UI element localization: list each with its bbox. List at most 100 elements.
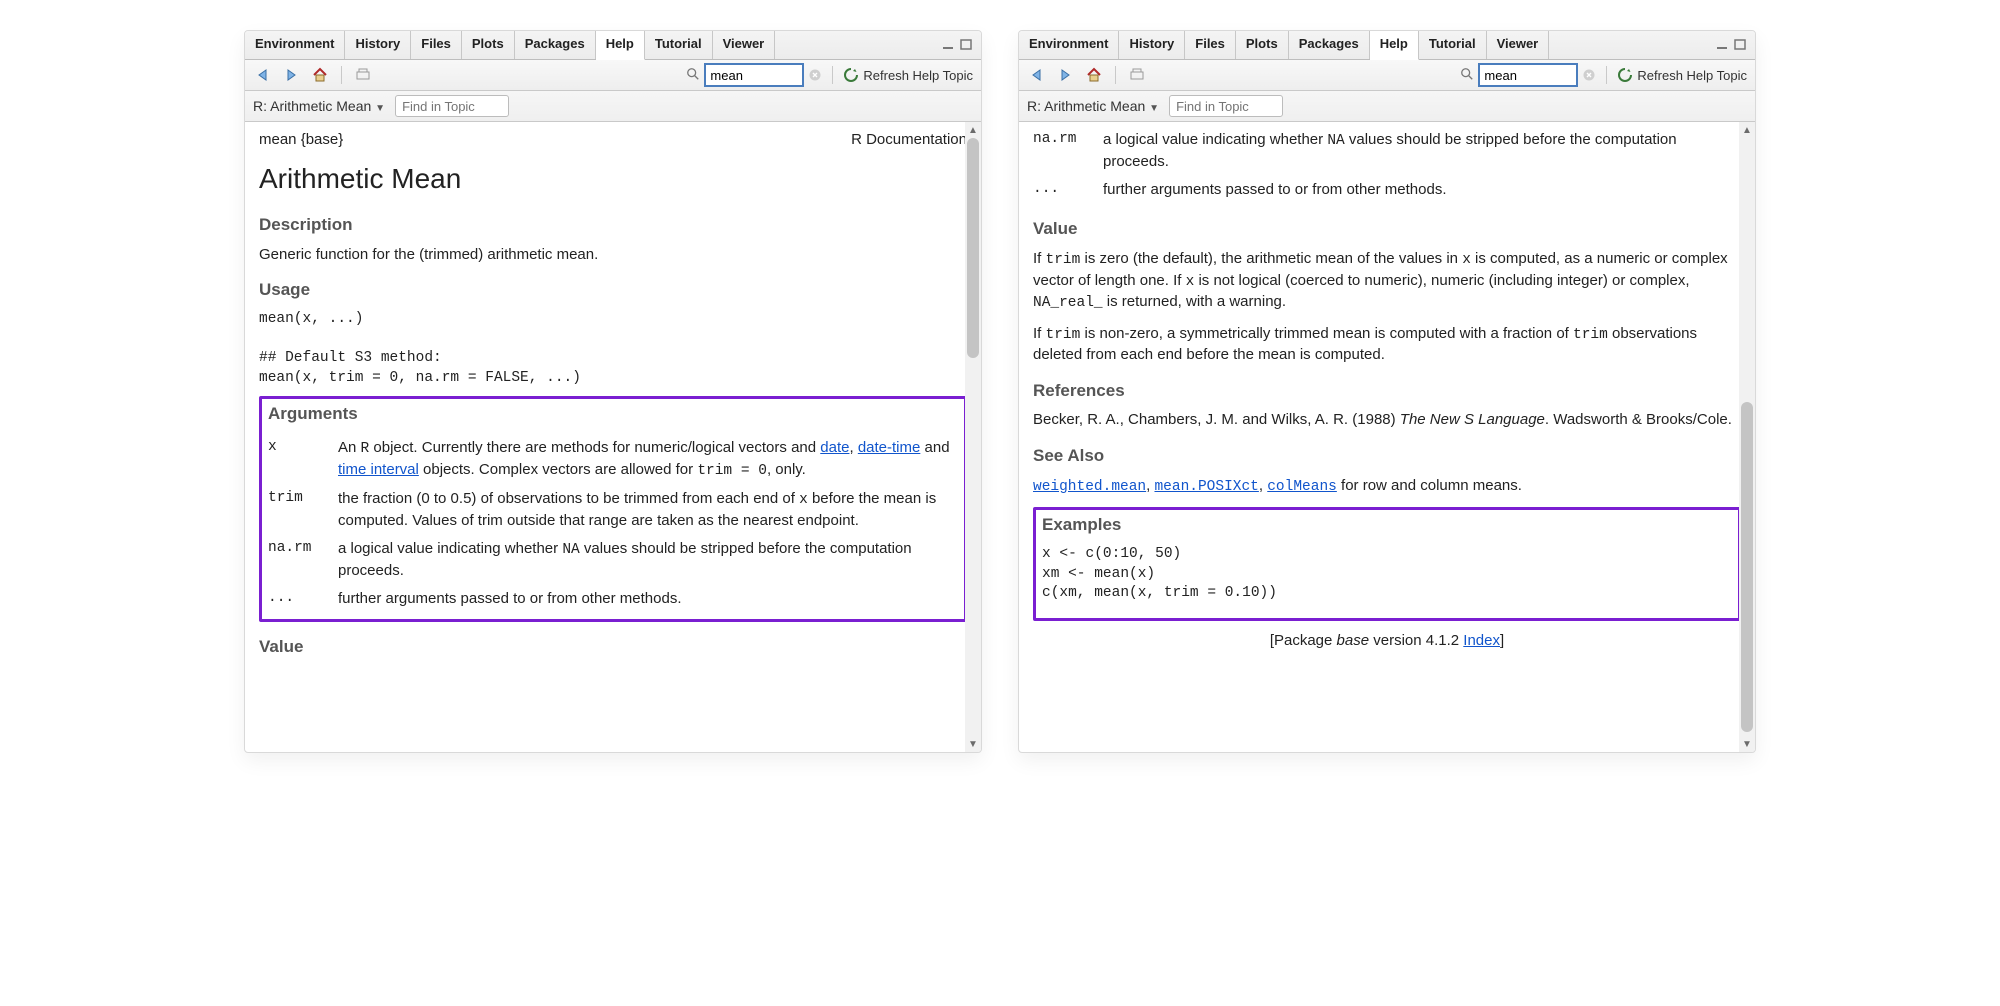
usage-code: mean(x, ...) ## Default S3 method: mean(…: [259, 310, 967, 388]
scrollbar[interactable]: ▲ ▼: [965, 122, 981, 752]
description-text: Generic function for the (trimmed) arith…: [259, 245, 967, 265]
value-para-1: If trim is zero (the default), the arith…: [1033, 249, 1741, 314]
arg-desc: the fraction (0 to 0.5) of observations …: [338, 485, 958, 535]
topic-label[interactable]: R: Arithmetic Mean ▼: [1027, 98, 1159, 114]
arg-desc: further arguments passed to or from othe…: [1103, 176, 1741, 204]
help-pane-right: Environment History Files Plots Packages…: [1018, 30, 1756, 753]
package-footer: [Package base version 4.1.2 Index]: [1033, 631, 1741, 651]
link-mean-posixct[interactable]: mean.POSIXct: [1154, 477, 1258, 494]
home-icon[interactable]: [309, 64, 331, 86]
section-examples: Examples: [1042, 514, 1732, 537]
pane-tabs: Environment History Files Plots Packages…: [1019, 31, 1755, 60]
chevron-down-icon: ▼: [1149, 103, 1159, 114]
arguments-highlight: Arguments x An R object. Currently there…: [259, 396, 967, 622]
tab-tutorial[interactable]: Tutorial: [1419, 31, 1487, 59]
maximize-pane-icon[interactable]: [1733, 38, 1749, 52]
tab-viewer[interactable]: Viewer: [713, 31, 776, 59]
refresh-label: Refresh Help Topic: [1637, 68, 1747, 83]
scroll-down-icon[interactable]: ▼: [1739, 736, 1755, 752]
section-references: References: [1033, 380, 1741, 403]
table-row: x An R object. Currently there are metho…: [268, 434, 958, 485]
scroll-down-icon[interactable]: ▼: [965, 736, 981, 752]
forward-icon[interactable]: [1055, 64, 1077, 86]
search-icon: [1460, 67, 1474, 84]
clear-search-icon[interactable]: [808, 68, 822, 82]
minimize-pane-icon[interactable]: [941, 38, 957, 52]
link-date[interactable]: date: [820, 439, 849, 456]
help-toolbar: Refresh Help Topic: [245, 60, 981, 91]
tab-help[interactable]: Help: [1370, 31, 1419, 60]
help-search-input[interactable]: [1478, 63, 1578, 87]
find-in-topic-input[interactable]: [395, 95, 509, 117]
tab-plots[interactable]: Plots: [462, 31, 515, 59]
scroll-up-icon[interactable]: ▲: [965, 122, 981, 138]
print-icon[interactable]: [1126, 64, 1148, 86]
examples-code: x <- c(0:10, 50) xm <- mean(x) c(xm, mea…: [1042, 545, 1732, 604]
scroll-thumb[interactable]: [967, 138, 979, 358]
help-toolbar: Refresh Help Topic: [1019, 60, 1755, 91]
table-row: ... further arguments passed to or from …: [1033, 176, 1741, 204]
scroll-up-icon[interactable]: ▲: [1739, 122, 1755, 138]
search-icon: [686, 67, 700, 84]
link-colmeans[interactable]: colMeans: [1267, 477, 1337, 494]
topic-package: mean {base}: [259, 130, 343, 150]
link-datetime[interactable]: date-time: [858, 439, 921, 456]
section-value: Value: [259, 636, 967, 659]
topic-label[interactable]: R: Arithmetic Mean ▼: [253, 98, 385, 114]
scroll-thumb[interactable]: [1741, 402, 1753, 732]
minimize-pane-icon[interactable]: [1715, 38, 1731, 52]
tab-files[interactable]: Files: [411, 31, 462, 59]
tab-help[interactable]: Help: [596, 31, 645, 60]
tab-files[interactable]: Files: [1185, 31, 1236, 59]
tab-history[interactable]: History: [1119, 31, 1185, 59]
link-weighted-mean[interactable]: weighted.mean: [1033, 477, 1146, 494]
rdoc-label: R Documentation: [851, 130, 967, 150]
arg-desc: further arguments passed to or from othe…: [338, 585, 958, 613]
arg-name: ...: [1033, 176, 1103, 204]
refresh-help-button[interactable]: Refresh Help Topic: [843, 67, 973, 83]
scrollbar[interactable]: ▲ ▼: [1739, 122, 1755, 752]
section-value: Value: [1033, 218, 1741, 241]
link-time-interval[interactable]: time interval: [338, 461, 419, 478]
tab-history[interactable]: History: [345, 31, 411, 59]
refresh-help-button[interactable]: Refresh Help Topic: [1617, 67, 1747, 83]
maximize-pane-icon[interactable]: [959, 38, 975, 52]
link-index[interactable]: Index: [1463, 632, 1500, 649]
tab-tutorial[interactable]: Tutorial: [645, 31, 713, 59]
tab-environment[interactable]: Environment: [1019, 31, 1119, 59]
topic-bar: R: Arithmetic Mean ▼: [1019, 91, 1755, 122]
help-search-input[interactable]: [704, 63, 804, 87]
value-para-2: If trim is non-zero, a symmetrically tri…: [1033, 324, 1741, 366]
tab-packages[interactable]: Packages: [515, 31, 596, 59]
table-row: na.rm a logical value indicating whether…: [268, 535, 958, 585]
tab-plots[interactable]: Plots: [1236, 31, 1289, 59]
topic-bar: R: Arithmetic Mean ▼: [245, 91, 981, 122]
clear-search-icon[interactable]: [1582, 68, 1596, 82]
print-icon[interactable]: [352, 64, 374, 86]
arguments-table: x An R object. Currently there are metho…: [268, 434, 958, 613]
arg-name: na.rm: [1033, 126, 1103, 176]
tab-packages[interactable]: Packages: [1289, 31, 1370, 59]
examples-highlight: Examples x <- c(0:10, 50) xm <- mean(x) …: [1033, 507, 1741, 621]
find-in-topic-input[interactable]: [1169, 95, 1283, 117]
section-description: Description: [259, 214, 967, 237]
refresh-label: Refresh Help Topic: [863, 68, 973, 83]
arg-name: ...: [268, 585, 338, 613]
help-content: mean {base} R Documentation Arithmetic M…: [245, 122, 981, 752]
back-icon[interactable]: [1027, 64, 1049, 86]
seealso-text: weighted.mean, mean.POSIXct, colMeans fo…: [1033, 476, 1741, 498]
tab-environment[interactable]: Environment: [245, 31, 345, 59]
arg-name: trim: [268, 485, 338, 535]
tab-viewer[interactable]: Viewer: [1487, 31, 1550, 59]
back-icon[interactable]: [253, 64, 275, 86]
home-icon[interactable]: [1083, 64, 1105, 86]
page-title: Arithmetic Mean: [259, 160, 967, 198]
arguments-table-cont: na.rm a logical value indicating whether…: [1033, 126, 1741, 204]
arg-name: na.rm: [268, 535, 338, 585]
help-pane-left: Environment History Files Plots Packages…: [244, 30, 982, 753]
forward-icon[interactable]: [281, 64, 303, 86]
references-text: Becker, R. A., Chambers, J. M. and Wilks…: [1033, 410, 1741, 430]
section-usage: Usage: [259, 279, 967, 302]
section-arguments: Arguments: [268, 403, 958, 426]
pane-tabs: Environment History Files Plots Packages…: [245, 31, 981, 60]
